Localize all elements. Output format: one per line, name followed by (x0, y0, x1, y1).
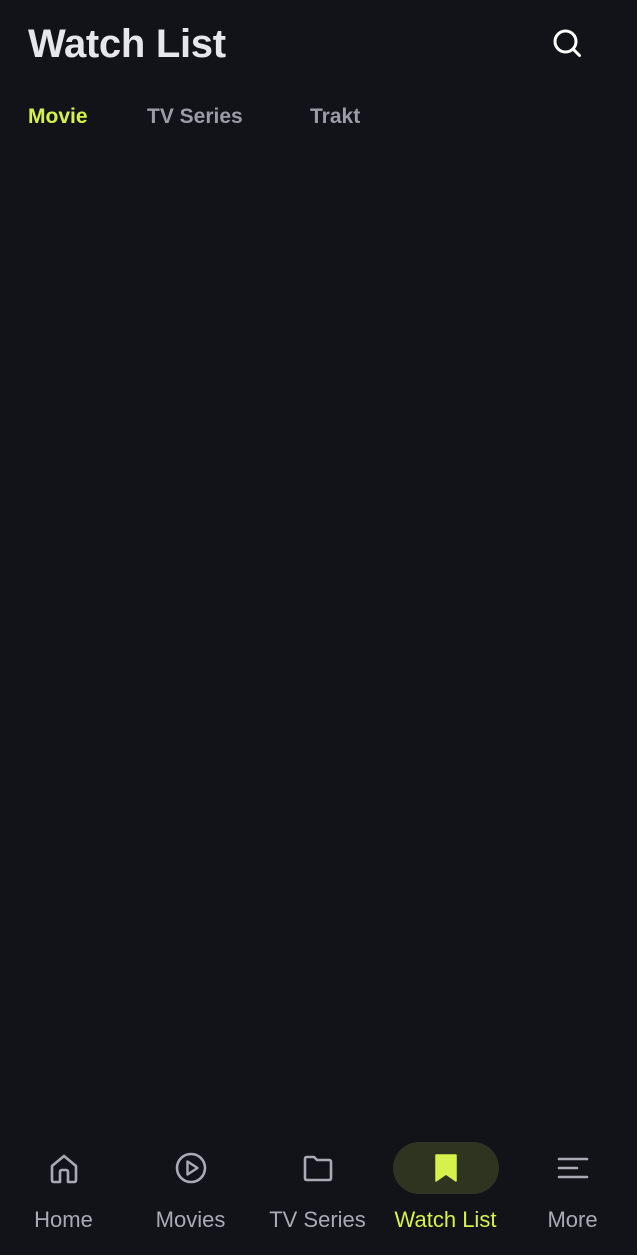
nav-icon-container (265, 1142, 371, 1194)
nav-item-more[interactable]: More (509, 1128, 636, 1255)
search-icon (553, 29, 581, 57)
nav-active-pill (392, 1142, 499, 1194)
nav-label-home: Home (34, 1207, 93, 1232)
search-button[interactable] (546, 22, 588, 64)
nav-icon-container (138, 1142, 244, 1194)
tab-movie[interactable]: Movie (28, 100, 88, 134)
tab-tv-series[interactable]: TV Series (147, 100, 243, 134)
tab-bar: Movie TV Series Trakt (0, 100, 637, 134)
nav-item-movies[interactable]: Movies (127, 1128, 254, 1255)
watch-list-screen: Watch List Movie TV Series Trakt Home Mo… (0, 0, 637, 1255)
watch-list-content (0, 150, 637, 1125)
folder-icon (303, 1155, 332, 1182)
bottom-navigation: Home Movies TV Series Watch List More (0, 1128, 637, 1255)
play-circle-icon (175, 1152, 206, 1184)
tab-trakt[interactable]: Trakt (310, 100, 360, 134)
nav-label-watch-list: Watch List (394, 1207, 497, 1232)
nav-item-home[interactable]: Home (0, 1128, 127, 1255)
nav-label-more: More (547, 1207, 598, 1232)
nav-label-tv-series: TV Series (269, 1207, 366, 1232)
nav-icon-container (11, 1142, 117, 1194)
menu-icon (557, 1157, 588, 1179)
nav-item-tv-series[interactable]: TV Series (254, 1128, 381, 1255)
home-icon (50, 1154, 77, 1184)
nav-item-watch-list[interactable]: Watch List (382, 1128, 509, 1255)
nav-label-movies: Movies (155, 1207, 226, 1232)
page-title: Watch List (28, 22, 226, 66)
bookmark-icon (434, 1154, 457, 1182)
nav-icon-container (520, 1142, 626, 1194)
